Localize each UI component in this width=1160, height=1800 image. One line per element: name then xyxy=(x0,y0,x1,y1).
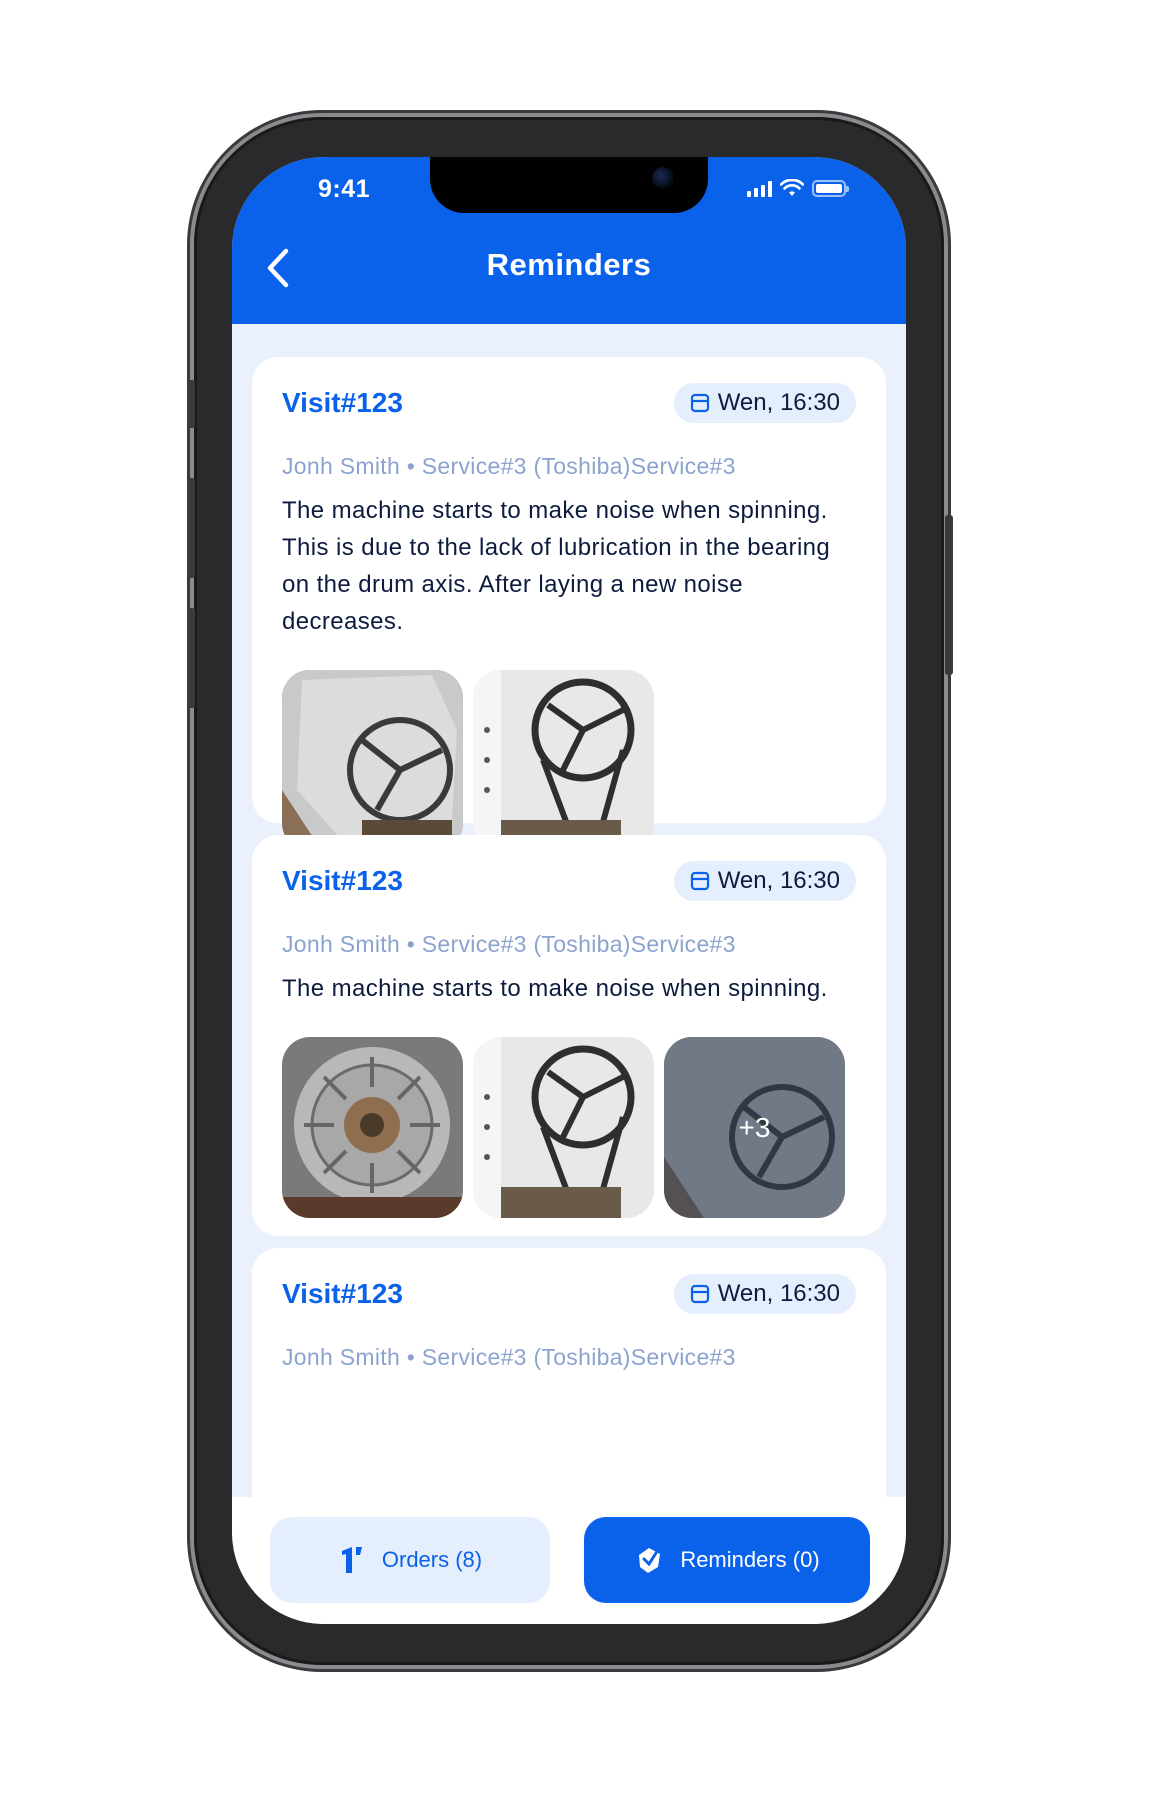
cellular-signal-icon xyxy=(747,181,772,197)
wifi-icon xyxy=(780,179,804,196)
reminders-list[interactable]: Visit#123 Wen, 16:30 Jonh Smith • Servic… xyxy=(232,324,906,1497)
front-camera xyxy=(652,167,674,189)
tab-reminders[interactable]: Reminders (0) xyxy=(584,1517,870,1603)
volume-down-button xyxy=(187,608,195,708)
reminder-card[interactable]: Visit#123 Wen, 16:30 Jonh Smith • Servic… xyxy=(252,357,886,851)
visit-meta: Jonh Smith • Service#3 (Toshiba)Service#… xyxy=(282,1344,736,1370)
visit-description: The machine starts to make noise when sp… xyxy=(282,975,828,1002)
drum-photo[interactable] xyxy=(282,670,463,851)
belt-photo[interactable] xyxy=(473,1037,654,1218)
volume-up-button xyxy=(187,478,195,578)
date-label: Wen, 16:30 xyxy=(717,1280,840,1307)
mute-switch xyxy=(187,380,195,428)
reminders-icon xyxy=(639,1548,661,1573)
bearing-photo[interactable] xyxy=(282,1037,463,1218)
reminder-card[interactable]: Visit#123 Wen, 16:30 Jonh Smith • Servic… xyxy=(252,1248,886,1497)
battery-icon xyxy=(812,180,849,197)
more-photos-count: +3 xyxy=(664,1037,845,1218)
visit-title[interactable]: Visit#123 xyxy=(282,387,403,419)
calendar-icon xyxy=(690,393,709,413)
tab-orders[interactable]: Orders (8) xyxy=(270,1517,550,1603)
status-time: 9:41 xyxy=(318,175,371,203)
bottom-tab-bar: Orders (8) Reminders (0) xyxy=(232,1497,906,1624)
photo-gallery: +3 xyxy=(282,1037,856,1218)
page-title: Reminders xyxy=(486,247,652,282)
visit-description: The machine starts to make noise when sp… xyxy=(282,497,831,635)
calendar-icon xyxy=(690,1284,709,1304)
tab-orders-label: Orders (8) xyxy=(381,1547,483,1572)
date-chip[interactable]: Wen, 16:30 xyxy=(673,383,856,423)
date-chip[interactable]: Wen, 16:30 xyxy=(673,1274,856,1314)
visit-meta: Jonh Smith • Service#3 (Toshiba)Service#… xyxy=(282,931,736,957)
reminder-card[interactable]: Visit#123 Wen, 16:30 Jonh Smith • Servic… xyxy=(252,835,886,1236)
visit-meta: Jonh Smith • Service#3 (Toshiba)Service#… xyxy=(282,453,736,479)
belt-photo[interactable] xyxy=(473,670,654,851)
photo-gallery xyxy=(282,670,856,851)
orders-icon xyxy=(341,1547,362,1573)
date-chip[interactable]: Wen, 16:30 xyxy=(673,861,856,901)
calendar-icon xyxy=(690,871,709,891)
visit-title[interactable]: Visit#123 xyxy=(282,1278,403,1310)
notch xyxy=(430,157,708,213)
date-label: Wen, 16:30 xyxy=(717,867,840,894)
phone-screen: 9:41 Reminders Visit#123 Wen, 16:30 Jonh… xyxy=(232,157,906,1624)
status-icons xyxy=(747,179,849,197)
tab-reminders-label: Reminders (0) xyxy=(680,1547,820,1572)
visit-title[interactable]: Visit#123 xyxy=(282,865,403,897)
more-photos-thumbnail[interactable]: +3 xyxy=(664,1037,845,1218)
date-label: Wen, 16:30 xyxy=(717,389,840,416)
app-header: 9:41 Reminders xyxy=(232,157,906,324)
power-button xyxy=(945,515,953,675)
